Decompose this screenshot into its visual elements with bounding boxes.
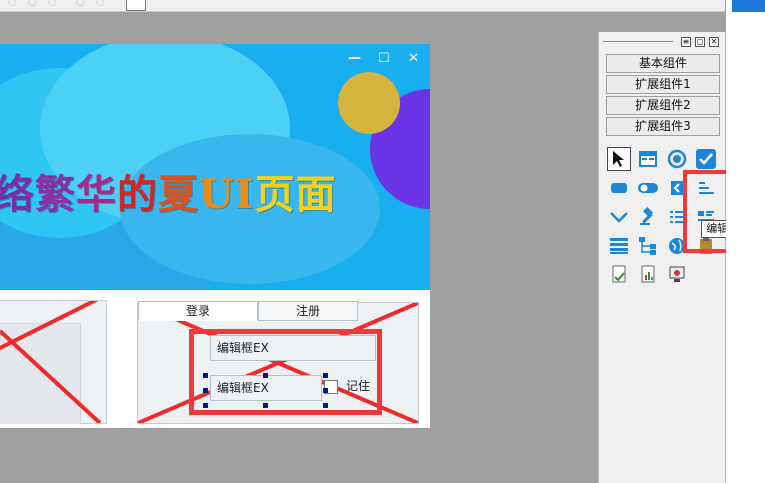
side-strip (726, 0, 765, 483)
hammer-icon[interactable] (636, 205, 660, 229)
close-icon[interactable]: ✕ (408, 52, 419, 66)
banner-title: 络繁华的夏 UI页面 (0, 162, 430, 218)
side-strip-accent (732, 0, 765, 12)
left-panel[interactable] (0, 300, 107, 424)
banner-title-part: UI (199, 171, 255, 218)
toolbar-glyph-icon[interactable]: ◌ (28, 0, 37, 8)
category-ext3[interactable]: 扩展组件3 (606, 117, 720, 136)
minimize-icon[interactable]: — (348, 52, 361, 66)
toolbox-panel: ≡ ◻ ✕ 基本组件 扩展组件1 扩展组件2 扩展组件3 (598, 32, 726, 483)
tree-icon[interactable] (636, 234, 660, 258)
restore-icon[interactable]: ◻ (695, 37, 705, 47)
top-toolbar: ◌ ◌ ◌ ◌ ◌ (0, 0, 725, 12)
banner-title-part: 络 (0, 171, 35, 218)
placeholder-cross-icon (0, 301, 102, 423)
window-icon[interactable] (636, 147, 660, 171)
toolbar-glyph-icon[interactable]: ◌ (76, 0, 85, 8)
monitor-icon[interactable] (665, 263, 689, 287)
category-basic[interactable]: 基本组件 (606, 54, 720, 73)
highlight-rect (189, 329, 382, 415)
tab-register[interactable]: 注册 (258, 301, 358, 321)
toolbar-glyph-icon[interactable]: ◌ (48, 0, 57, 8)
banner-title-part: 夏 (158, 171, 199, 218)
radio-icon[interactable] (665, 147, 689, 171)
banner-title-part: 繁 (35, 171, 76, 218)
menu-icon[interactable]: ≡ (681, 37, 691, 47)
banner-title-part: 华 (76, 171, 117, 218)
button-icon[interactable] (607, 176, 631, 200)
toolbar-active-button[interactable] (126, 0, 146, 11)
close-icon[interactable]: ✕ (709, 37, 719, 47)
toolbox-grip[interactable] (603, 41, 673, 42)
pointer-icon[interactable] (607, 147, 631, 171)
doc-check-icon[interactable] (607, 263, 631, 287)
toggle-icon[interactable] (636, 176, 660, 200)
category-ext2[interactable]: 扩展组件2 (606, 96, 720, 115)
toolbox-header: ≡ ◻ ✕ (599, 32, 727, 52)
category-ext1[interactable]: 扩展组件1 (606, 75, 720, 94)
grid-list-icon[interactable] (607, 234, 631, 258)
banner-title-part: 的 (117, 171, 158, 218)
maximize-icon[interactable]: ☐ (378, 52, 390, 66)
sun-shape (338, 72, 400, 134)
banner-title-part: 页面 (254, 171, 337, 218)
toolbar-glyph-icon[interactable]: ◌ (96, 0, 105, 8)
tab-login[interactable]: 登录 (138, 301, 258, 321)
checkbox-icon[interactable] (694, 147, 718, 171)
banner-image: — ☐ ✕ 络繁华的夏 UI页面 (0, 44, 430, 290)
dropdown-icon[interactable] (607, 205, 631, 229)
chart-doc-icon[interactable] (636, 263, 660, 287)
toolbar-glyph-icon[interactable]: ◌ (8, 0, 17, 8)
